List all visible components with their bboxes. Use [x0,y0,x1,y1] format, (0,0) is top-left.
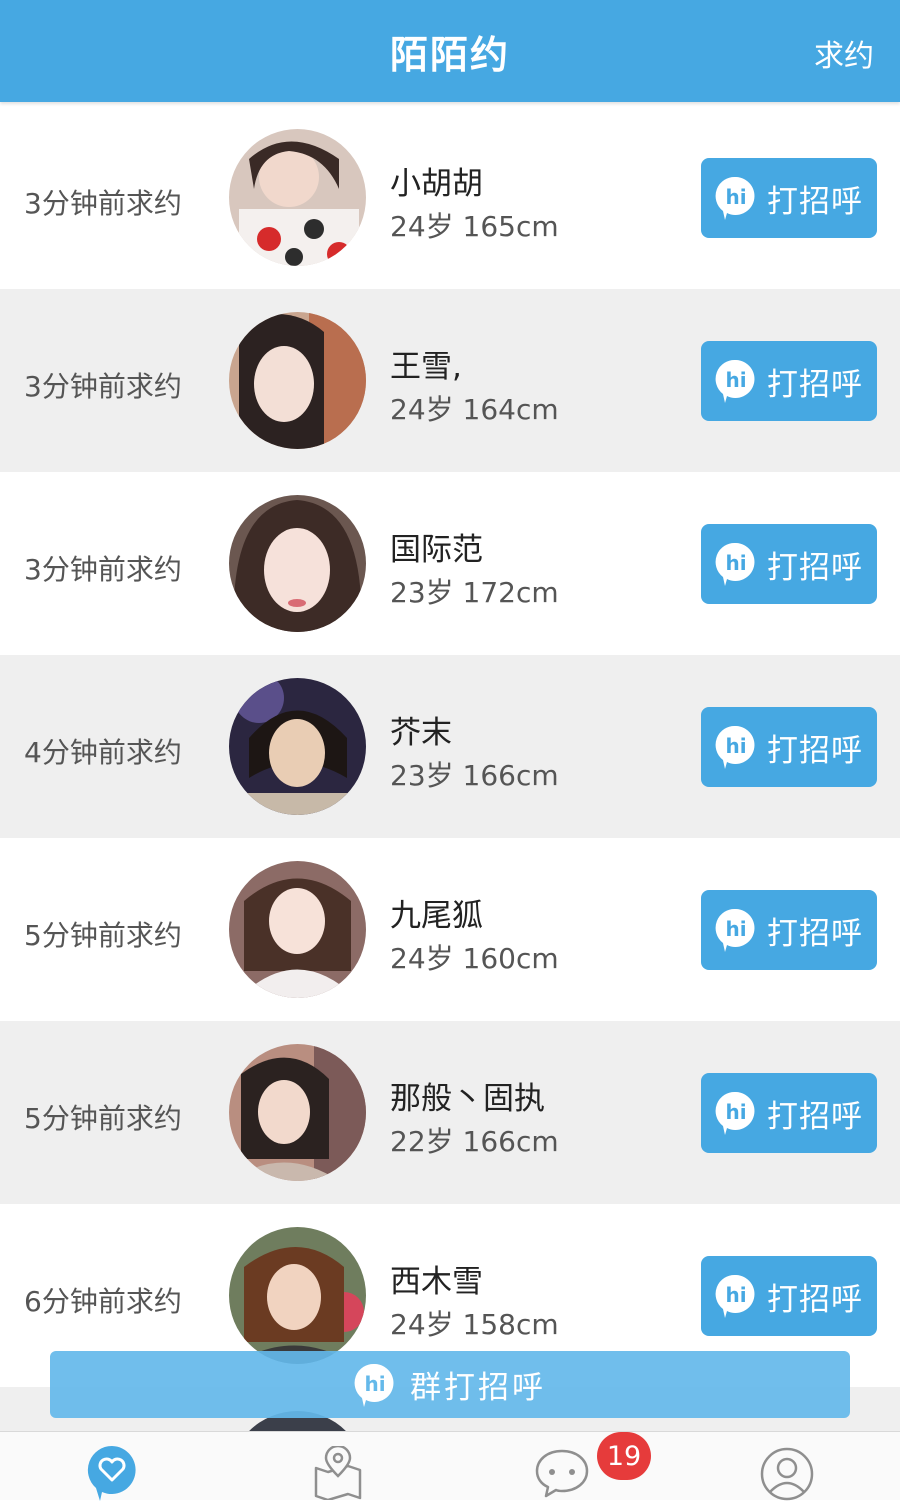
avatar[interactable] [229,1227,366,1364]
user-name: 国际范 [390,532,483,568]
request-time: 3分钟前求约 [24,553,182,586]
tab-nearby[interactable] [225,1432,450,1500]
group-greet-button[interactable]: hi 群打招呼 [50,1351,850,1418]
hi-icon: hi [715,542,755,586]
greet-button[interactable]: hi 打招呼 [701,1073,877,1153]
heart-icon [87,1445,136,1501]
hi-icon: hi [715,1274,755,1318]
svg-text:hi: hi [725,1100,746,1124]
app-header: 陌陌约 求约 [0,0,900,102]
svg-text:hi: hi [725,734,746,758]
list-item[interactable]: 3分钟前求约 王雪, 24岁 164cm hi 打招呼 [0,289,900,472]
tab-profile[interactable] [675,1432,900,1501]
list-item[interactable]: 5分钟前求约 那般丶固执 22岁 166cm hi 打招呼 [0,1021,900,1204]
hi-icon: hi [715,176,755,220]
request-time: 5分钟前求约 [24,919,182,952]
request-time: 6分钟前求约 [24,1285,182,1318]
bottom-tab-bar [0,1431,900,1501]
avatar[interactable] [229,678,366,815]
greet-button[interactable]: hi 打招呼 [701,158,877,238]
hi-icon: hi [715,908,755,952]
request-time: 5分钟前求约 [24,1102,182,1135]
hi-icon: hi [715,725,755,769]
svg-text:hi: hi [725,1283,746,1307]
request-date-button[interactable]: 求约 [814,31,874,75]
greet-button-label: 打招呼 [767,732,863,769]
avatar[interactable] [229,495,366,632]
list-item[interactable]: 3分钟前求约 小胡胡 24岁 165cm hi 打招呼 [0,106,900,289]
app-title: 陌陌约 [389,33,510,77]
user-name: 王雪, [390,349,462,385]
svg-text:hi: hi [725,917,746,941]
profile-icon [760,1447,814,1501]
tab-favorites[interactable] [0,1432,225,1501]
greet-button[interactable]: hi 打招呼 [701,341,877,421]
svg-text:hi: hi [725,551,746,575]
group-greet-label: 群打招呼 [410,1370,546,1406]
list-item[interactable]: 4分钟前求约 芥末 23岁 166cm hi 打招呼 [0,655,900,838]
chat-bubble-icon [535,1449,589,1498]
greet-button-label: 打招呼 [767,1098,863,1135]
user-age-height: 22岁 166cm [390,1125,559,1158]
user-age-height: 24岁 165cm [390,210,559,243]
greet-button-label: 打招呼 [767,915,863,952]
greet-button[interactable]: hi 打招呼 [701,524,877,604]
svg-text:hi: hi [725,368,746,392]
request-time: 3分钟前求约 [24,370,182,403]
request-time: 3分钟前求约 [24,187,182,220]
list-item[interactable]: 5分钟前求约 九尾狐 24岁 160cm hi 打招呼 [0,838,900,1021]
hi-icon: hi [715,359,755,403]
request-time: 4分钟前求约 [24,736,182,769]
greet-button[interactable]: hi 打招呼 [701,890,877,970]
greet-button-label: 打招呼 [767,366,863,403]
user-name: 九尾狐 [390,898,483,934]
avatar[interactable] [229,129,366,266]
user-name: 芥末 [390,715,452,751]
avatar[interactable] [229,861,366,998]
hi-icon: hi [715,1091,755,1135]
map-pin-icon [314,1446,362,1500]
svg-text:hi: hi [725,185,746,209]
user-age-height: 23岁 172cm [390,576,559,609]
greet-button-label: 打招呼 [767,1281,863,1318]
user-name: 那般丶固执 [390,1081,545,1117]
user-age-height: 24岁 164cm [390,393,559,426]
user-age-height: 24岁 158cm [390,1308,559,1341]
list-item[interactable]: 3分钟前求约 国际范 23岁 172cm hi 打招呼 [0,472,900,655]
svg-text:hi: hi [364,1372,385,1396]
user-name: 小胡胡 [390,166,483,202]
user-list: 3分钟前求约 小胡胡 24岁 165cm hi 打招呼 3分钟前求约 王雪, 2… [0,106,900,1387]
user-age-height: 24岁 160cm [390,942,559,975]
avatar[interactable] [229,312,366,449]
user-name: 西木雪 [390,1264,483,1300]
greet-button-label: 打招呼 [767,549,863,586]
user-age-height: 23岁 166cm [390,759,559,792]
greet-button-label: 打招呼 [767,183,863,220]
greet-button[interactable]: hi 打招呼 [701,707,877,787]
avatar[interactable] [229,1044,366,1181]
greet-button[interactable]: hi 打招呼 [701,1256,877,1336]
unread-count-badge: 19 [597,1432,651,1480]
hi-icon: hi [354,1363,394,1407]
